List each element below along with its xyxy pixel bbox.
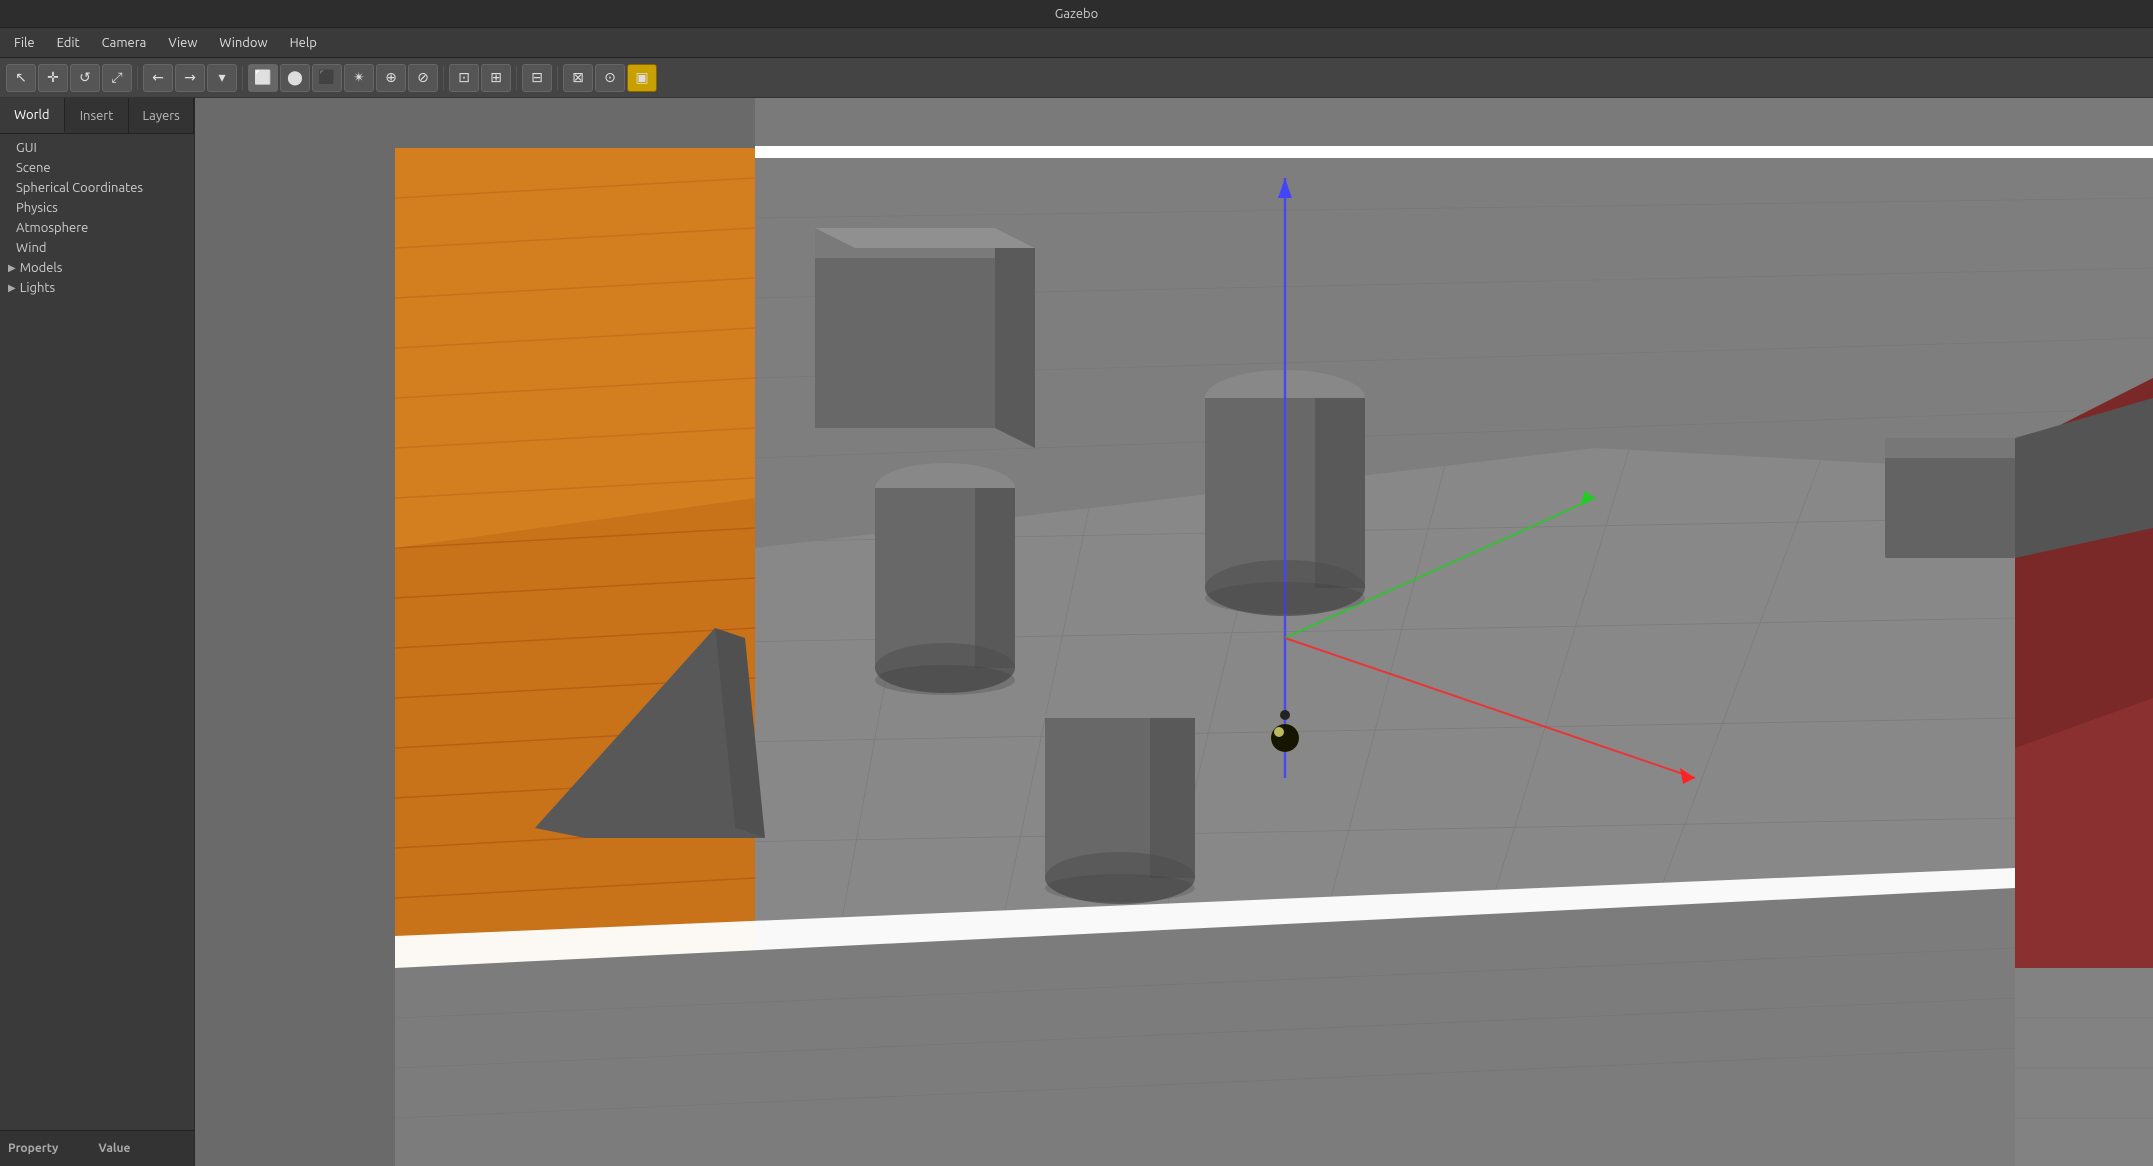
- tab-bar: World Insert Layers: [0, 98, 194, 134]
- menu-file[interactable]: File: [4, 33, 45, 53]
- menu-bar: File Edit Camera View Window Help: [0, 28, 2153, 58]
- tree-item-lights[interactable]: ▶ Lights: [0, 278, 194, 298]
- tab-layers[interactable]: Layers: [129, 98, 194, 133]
- sep1: [137, 66, 138, 90]
- save-world-tool[interactable]: ⊠: [563, 64, 593, 92]
- property-panel: Property Value: [0, 1130, 194, 1166]
- cylinder-tool[interactable]: ⬛: [312, 64, 342, 92]
- tab-world[interactable]: World: [0, 98, 65, 133]
- log-tool[interactable]: ▣: [627, 64, 657, 92]
- menu-camera[interactable]: Camera: [92, 33, 157, 53]
- menu-view[interactable]: View: [158, 33, 207, 53]
- spot-light-tool[interactable]: ⊘: [408, 64, 438, 92]
- copy-tool[interactable]: ⊡: [449, 64, 479, 92]
- redo-button[interactable]: →: [175, 64, 205, 92]
- redo-dropdown[interactable]: ▾: [207, 64, 237, 92]
- menu-edit[interactable]: Edit: [47, 33, 90, 53]
- tree-item-spherical-coords[interactable]: Spherical Coordinates: [0, 178, 194, 198]
- sep4: [516, 66, 517, 90]
- lights-arrow: ▶: [8, 282, 16, 294]
- left-panel: World Insert Layers GUI Scene Spherical …: [0, 98, 195, 1166]
- property-col-header: Property: [8, 1142, 58, 1155]
- title-bar: Gazebo: [0, 0, 2153, 28]
- screenshot-tool[interactable]: ⊙: [595, 64, 625, 92]
- tree-item-physics[interactable]: Physics: [0, 198, 194, 218]
- paste-tool[interactable]: ⊞: [481, 64, 511, 92]
- undo-button[interactable]: ←: [143, 64, 173, 92]
- menu-window[interactable]: Window: [209, 33, 277, 53]
- value-col-header: Value: [98, 1142, 130, 1155]
- scene-svg: [195, 98, 2153, 1166]
- sep5: [557, 66, 558, 90]
- tree-item-gui[interactable]: GUI: [0, 138, 194, 158]
- sep2: [242, 66, 243, 90]
- viewport[interactable]: [195, 98, 2153, 1166]
- sphere-tool[interactable]: ⬤: [280, 64, 310, 92]
- joint-tool[interactable]: ⊟: [522, 64, 552, 92]
- box-tool[interactable]: ⬜: [248, 64, 278, 92]
- toolbar: ↖ ✛ ↺ ⤢ ← → ▾ ⬜ ⬤ ⬛ ✴ ⊕ ⊘ ⊡ ⊞ ⊟ ⊠ ⊙ ▣: [0, 58, 2153, 98]
- sep3: [443, 66, 444, 90]
- tree-panel: GUI Scene Spherical Coordinates Physics …: [0, 134, 194, 1130]
- models-arrow: ▶: [8, 262, 16, 274]
- sun-light-tool[interactable]: ⊕: [376, 64, 406, 92]
- point-light-tool[interactable]: ✴: [344, 64, 374, 92]
- tab-insert[interactable]: Insert: [65, 98, 130, 133]
- app-title: Gazebo: [1055, 7, 1099, 21]
- menu-help[interactable]: Help: [280, 33, 327, 53]
- scale-tool[interactable]: ⤢: [102, 64, 132, 92]
- main-layout: World Insert Layers GUI Scene Spherical …: [0, 98, 2153, 1166]
- select-tool[interactable]: ↖: [6, 64, 36, 92]
- tree-item-wind[interactable]: Wind: [0, 238, 194, 258]
- tree-item-scene[interactable]: Scene: [0, 158, 194, 178]
- tree-item-models[interactable]: ▶ Models: [0, 258, 194, 278]
- tree-item-atmosphere[interactable]: Atmosphere: [0, 218, 194, 238]
- rotate-tool[interactable]: ↺: [70, 64, 100, 92]
- translate-tool[interactable]: ✛: [38, 64, 68, 92]
